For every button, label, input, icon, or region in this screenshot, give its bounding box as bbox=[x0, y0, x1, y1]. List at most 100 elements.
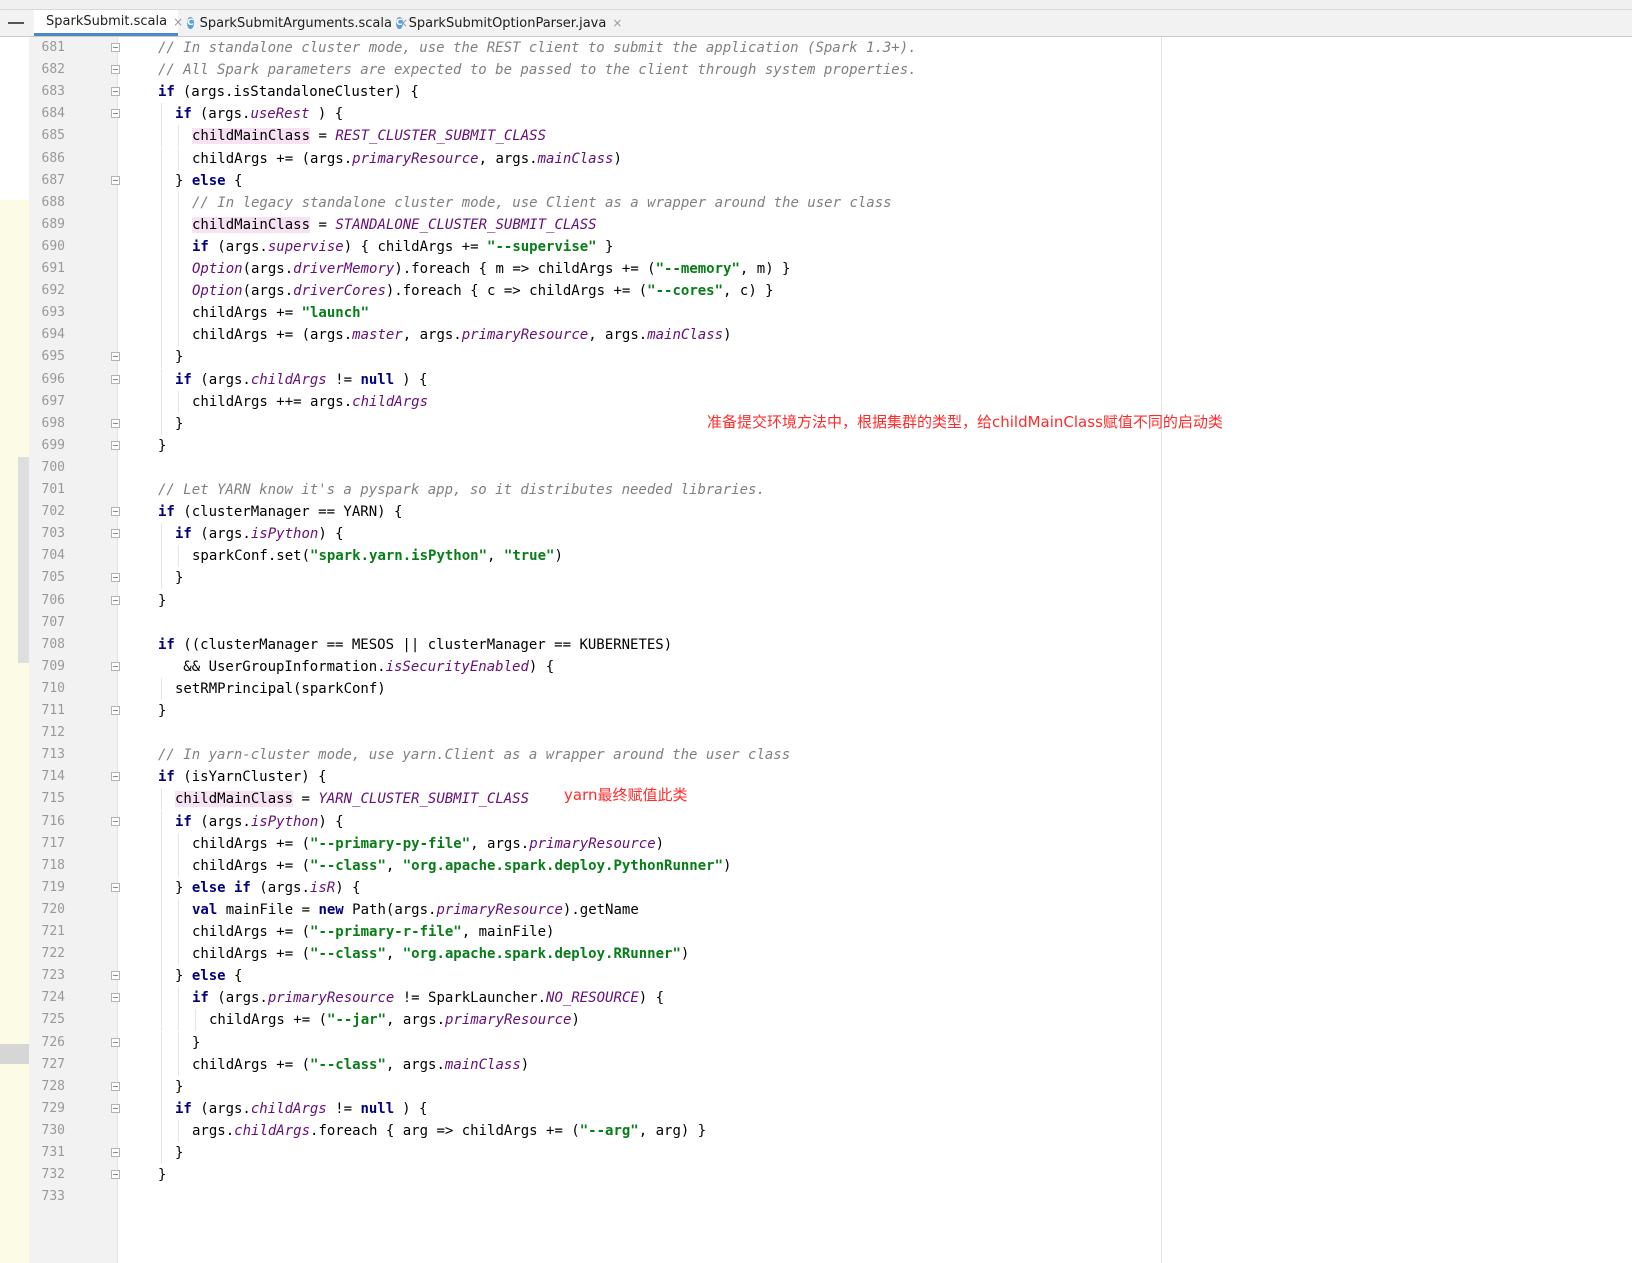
code-line[interactable]: 729 if (args.childArgs != null) { bbox=[0, 1098, 1632, 1120]
code-token: } bbox=[158, 1167, 167, 1183]
code-line[interactable]: 687} else { bbox=[0, 170, 1632, 192]
code-line[interactable]: 699} bbox=[0, 435, 1632, 457]
code-line[interactable]: 723} else { bbox=[0, 965, 1632, 987]
tab-sparksubmitarguments-scala[interactable]: C SparkSubmitArguments.scala × bbox=[181, 10, 408, 36]
fold-marker-icon[interactable] bbox=[111, 65, 120, 74]
fold-marker-icon[interactable] bbox=[111, 573, 120, 582]
code-token: = bbox=[310, 217, 336, 233]
fold-marker-icon[interactable] bbox=[111, 375, 120, 384]
code-text: childMainClass = REST_CLUSTER_SUBMIT_CLA… bbox=[192, 125, 546, 147]
fold-marker-icon[interactable] bbox=[111, 772, 120, 781]
code-line[interactable]: 710 setRMPrincipal(sparkConf) bbox=[0, 678, 1632, 700]
line-number: 699 bbox=[41, 438, 65, 453]
code-line[interactable]: 712 bbox=[0, 722, 1632, 744]
code-line[interactable]: 716 if (args.isPython) { bbox=[0, 811, 1632, 833]
code-line[interactable]: 697 childArgs ++= args.childArgs bbox=[0, 391, 1632, 413]
collapse-icon[interactable] bbox=[8, 22, 24, 24]
code-line[interactable]: 696 if (args.childArgs != null) { bbox=[0, 369, 1632, 391]
keyword-token: if bbox=[175, 814, 192, 830]
fold-marker-icon[interactable] bbox=[111, 352, 120, 361]
code-line[interactable]: 703 if (args.isPython) { bbox=[0, 523, 1632, 545]
code-line[interactable]: 727 childArgs += ("--class", args.mainCla… bbox=[0, 1054, 1632, 1076]
fold-marker-icon[interactable] bbox=[111, 441, 120, 450]
code-line[interactable]: 707 bbox=[0, 612, 1632, 634]
code-line[interactable]: 715 childMainClass = YARN_CLUSTER_SUBMIT_… bbox=[0, 788, 1632, 810]
code-line[interactable]: 733 bbox=[0, 1186, 1632, 1208]
fold-marker-icon[interactable] bbox=[111, 109, 120, 118]
code-line[interactable]: 708 if ((clusterManager == MESOS || clust… bbox=[0, 634, 1632, 656]
code-line[interactable]: 688 // In legacy standalone cluster mode,… bbox=[0, 192, 1632, 214]
string-token: "--primary-py-file" bbox=[310, 836, 471, 852]
code-line[interactable]: 700 bbox=[0, 457, 1632, 479]
fold-marker-icon[interactable] bbox=[111, 87, 120, 96]
fold-marker-icon[interactable] bbox=[111, 419, 120, 428]
code-line[interactable]: 705} bbox=[0, 567, 1632, 589]
code-line[interactable]: 719} else if (args.isR) { bbox=[0, 877, 1632, 899]
code-line[interactable]: 730 args.childArgs.foreach { arg => child… bbox=[0, 1120, 1632, 1142]
code-line[interactable]: 684 if (args.useRest ) { bbox=[0, 103, 1632, 125]
fold-marker-icon[interactable] bbox=[111, 971, 120, 980]
code-line[interactable]: 682 // All Spark parameters are expected … bbox=[0, 59, 1632, 81]
fold-marker-icon[interactable] bbox=[111, 596, 120, 605]
code-line[interactable]: 702 if (clusterManager == YARN) { bbox=[0, 501, 1632, 523]
code-line[interactable]: 701 // Let YARN know it's a pyspark app, … bbox=[0, 479, 1632, 501]
code-line[interactable]: 714 if (isYarnCluster) { bbox=[0, 766, 1632, 788]
code-token: childArgs += ( bbox=[192, 836, 311, 852]
line-number: 729 bbox=[41, 1101, 65, 1116]
code-line[interactable]: 713 // In yarn-cluster mode, use yarn.Cli… bbox=[0, 744, 1632, 766]
fold-marker-icon[interactable] bbox=[111, 817, 120, 826]
code-line[interactable]: 718 childArgs += ("--class", "org.apache.… bbox=[0, 855, 1632, 877]
indent-guide bbox=[161, 943, 162, 965]
fold-marker-icon[interactable] bbox=[111, 706, 120, 715]
code-line[interactable]: 720 val mainFile = new Path(args.primaryR… bbox=[0, 899, 1632, 921]
fold-marker-icon[interactable] bbox=[111, 507, 120, 516]
field-token: primaryResource bbox=[461, 327, 589, 343]
fold-marker-icon[interactable] bbox=[111, 1082, 120, 1091]
code-line[interactable]: 693 childArgs += "launch" bbox=[0, 302, 1632, 324]
code-line[interactable]: 721 childArgs += ("--primary-r-file", mai… bbox=[0, 921, 1632, 943]
code-line[interactable]: 683 if (args.isStandaloneCluster) { bbox=[0, 81, 1632, 103]
fold-marker-icon[interactable] bbox=[111, 1038, 120, 1047]
indent-guide bbox=[161, 258, 162, 280]
fold-marker-icon[interactable] bbox=[111, 1104, 120, 1113]
fold-marker-icon[interactable] bbox=[111, 43, 120, 52]
code-line[interactable]: 681 // In standalone cluster mode, use th… bbox=[0, 37, 1632, 59]
string-token: "true" bbox=[503, 548, 555, 564]
fold-marker-icon[interactable] bbox=[111, 1170, 120, 1179]
code-line[interactable]: 694 childArgs += (args.master, args.prima… bbox=[0, 324, 1632, 346]
indent-guide bbox=[161, 1098, 162, 1120]
code-line[interactable]: 706} bbox=[0, 590, 1632, 612]
code-line[interactable]: 731} bbox=[0, 1142, 1632, 1164]
fold-marker-icon[interactable] bbox=[111, 1148, 120, 1157]
fold-marker-icon[interactable] bbox=[111, 993, 120, 1002]
code-line[interactable]: 686 childArgs += (args.primaryResource, a… bbox=[0, 148, 1632, 170]
code-line[interactable]: 709 && UserGroupInformation.isSecurityEn… bbox=[0, 656, 1632, 678]
field-token: supervise bbox=[267, 239, 344, 255]
tab-sparksubmit-scala[interactable]: SparkSubmit.scala × bbox=[34, 10, 183, 36]
code-line[interactable]: 725 childArgs += ("--jar", args.primaryRe… bbox=[0, 1009, 1632, 1031]
code-line[interactable]: 695} bbox=[0, 346, 1632, 368]
fold-marker-icon[interactable] bbox=[111, 529, 120, 538]
code-line[interactable]: 704 sparkConf.set("spark.yarn.isPython", … bbox=[0, 545, 1632, 567]
fold-marker-icon[interactable] bbox=[111, 883, 120, 892]
fold-marker-icon[interactable] bbox=[111, 176, 120, 185]
code-line[interactable]: 689 childMainClass = STANDALONE_CLUSTER_S… bbox=[0, 214, 1632, 236]
code-line[interactable]: 726} bbox=[0, 1032, 1632, 1054]
fold-marker-icon[interactable] bbox=[111, 662, 120, 671]
code-line[interactable]: 728} bbox=[0, 1076, 1632, 1098]
tab-label: SparkSubmitOptionParser.java bbox=[408, 15, 607, 31]
code-line[interactable]: 732} bbox=[0, 1164, 1632, 1186]
tab-sparksubmitoptionparser-java[interactable]: C SparkSubmitOptionParser.java × bbox=[390, 10, 622, 36]
code-line[interactable]: 722 childArgs += ("--class", "org.apache.… bbox=[0, 943, 1632, 965]
code-line[interactable]: 690 if (args.supervise) { childArgs += "-… bbox=[0, 236, 1632, 258]
close-icon[interactable]: × bbox=[612, 16, 622, 30]
code-line[interactable]: 685 childMainClass = REST_CLUSTER_SUBMIT_… bbox=[0, 125, 1632, 147]
code-line[interactable]: 692 Option(args.driverCores).foreach { c … bbox=[0, 280, 1632, 302]
code-line[interactable]: 691 Option(args.driverMemory).foreach { m… bbox=[0, 258, 1632, 280]
indent-guide bbox=[161, 678, 162, 700]
code-line[interactable]: 724 if (args.primaryResource != SparkLaun… bbox=[0, 987, 1632, 1009]
indent-guide bbox=[178, 855, 179, 877]
code-line[interactable]: 711} bbox=[0, 700, 1632, 722]
code-line[interactable]: 717 childArgs += ("--primary-py-file", ar… bbox=[0, 833, 1632, 855]
code-token: (args. bbox=[250, 880, 310, 896]
